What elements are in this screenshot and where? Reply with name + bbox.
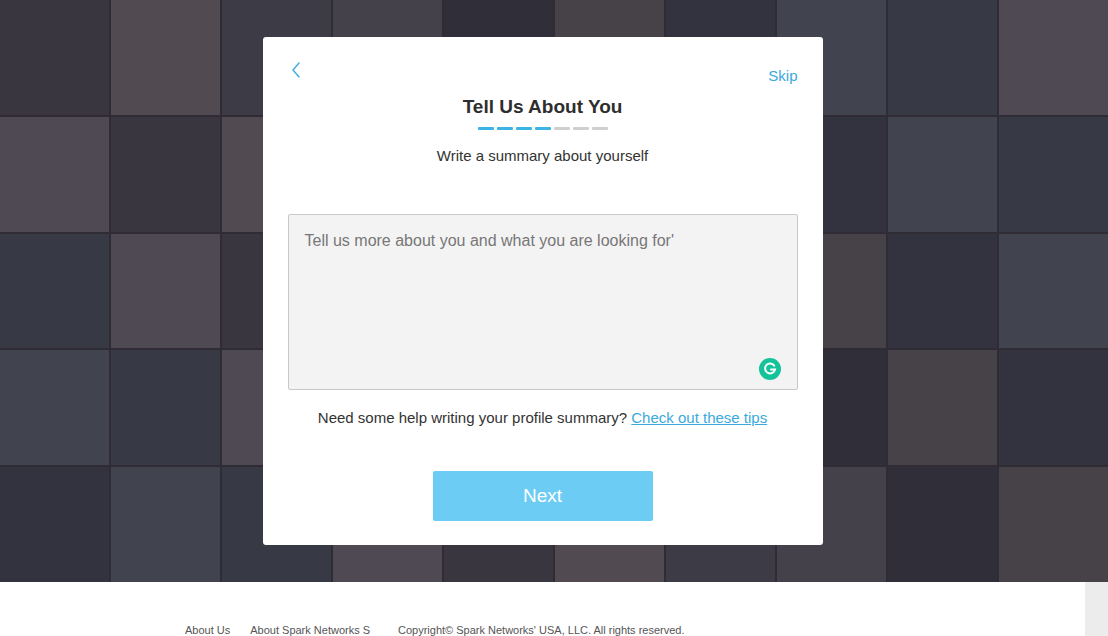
dialog-title: Tell Us About You bbox=[463, 96, 623, 119]
progress-steps bbox=[478, 127, 608, 130]
footer-links: About Us About Spark Networks S bbox=[0, 622, 398, 636]
progress-step bbox=[535, 127, 551, 130]
copyright-text: Copyright© Spark Networks' USA, LLC. All… bbox=[398, 622, 685, 636]
signup-dialog: Skip Tell Us About You Write a summary a… bbox=[263, 37, 823, 545]
summary-textarea[interactable] bbox=[288, 214, 798, 390]
grammarly-icon[interactable] bbox=[759, 358, 781, 380]
chevron-left-icon bbox=[290, 60, 302, 80]
skip-link[interactable]: Skip bbox=[768, 65, 797, 88]
grammarly-logo-icon bbox=[759, 358, 781, 380]
footer-link[interactable]: About Us bbox=[185, 622, 230, 636]
progress-step bbox=[478, 127, 494, 130]
help-text: Need some help writing your profile summ… bbox=[318, 409, 627, 426]
next-button[interactable]: Next bbox=[433, 471, 653, 521]
footer-link[interactable]: About Spark Networks S bbox=[250, 622, 370, 636]
tips-link[interactable]: Check out these tips bbox=[631, 409, 767, 426]
dialog-subtitle: Write a summary about yourself bbox=[437, 145, 648, 168]
summary-wrap bbox=[288, 214, 798, 397]
progress-step bbox=[516, 127, 532, 130]
progress-step bbox=[497, 127, 513, 130]
progress-step bbox=[554, 127, 570, 130]
footer: About Us About Spark Networks S Copyright… bbox=[0, 582, 1085, 636]
modal-row: Skip Tell Us About You Write a summary a… bbox=[0, 0, 1108, 545]
progress-step bbox=[573, 127, 589, 130]
back-button[interactable] bbox=[288, 59, 304, 81]
progress-step bbox=[592, 127, 608, 130]
dialog-header: Skip bbox=[288, 59, 798, 88]
help-line: Need some help writing your profile summ… bbox=[318, 407, 767, 430]
photo-background: Skip Tell Us About You Write a summary a… bbox=[0, 0, 1108, 582]
